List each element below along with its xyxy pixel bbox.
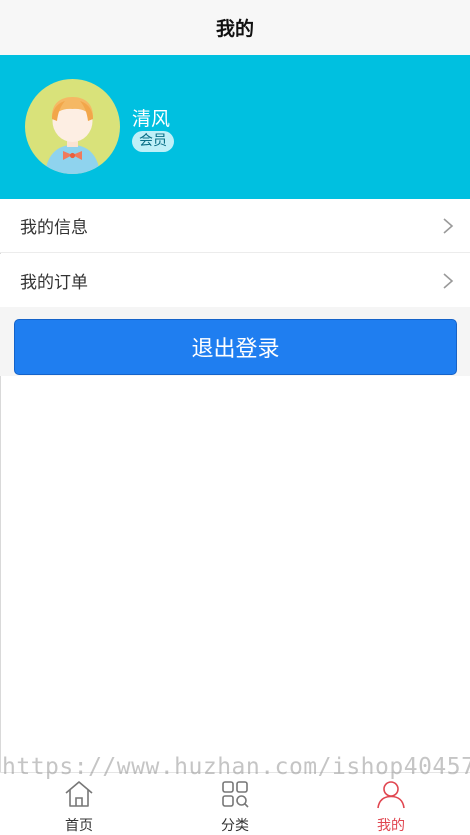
home-icon bbox=[65, 781, 93, 807]
menu-item-my-info[interactable]: 我的信息 bbox=[0, 199, 470, 253]
page-title: 我的 bbox=[215, 18, 254, 40]
user-name: 清风 bbox=[132, 108, 171, 130]
tab-label: 首页 bbox=[65, 818, 93, 834]
category-icon bbox=[222, 781, 249, 808]
menu-item-label: 我的信息 bbox=[20, 218, 88, 238]
chevron-right-icon bbox=[443, 273, 454, 289]
logout-button[interactable]: 退出登录 bbox=[14, 319, 457, 375]
chevron-right-icon bbox=[443, 218, 454, 234]
menu-item-label: 我的订单 bbox=[20, 273, 88, 293]
user-icon bbox=[377, 781, 405, 809]
tab-home[interactable]: 首页 bbox=[29, 773, 129, 835]
member-badge: 会员 bbox=[132, 131, 174, 152]
tab-category[interactable]: 分类 bbox=[185, 773, 285, 835]
menu-item-my-orders[interactable]: 我的订单 bbox=[0, 254, 470, 307]
profile-banner: 清风 会员 bbox=[0, 55, 470, 199]
tab-label: 分类 bbox=[221, 818, 249, 834]
tab-mine[interactable]: 我的 bbox=[341, 773, 441, 835]
bottom-tab-bar: 首页 分类 我的 bbox=[0, 772, 470, 834]
avatar[interactable] bbox=[25, 79, 120, 174]
tab-label: 我的 bbox=[377, 818, 405, 834]
top-header: 我的 bbox=[0, 0, 470, 55]
watermark-text: https://www.huzhan.com/ishop40457 bbox=[2, 754, 470, 780]
